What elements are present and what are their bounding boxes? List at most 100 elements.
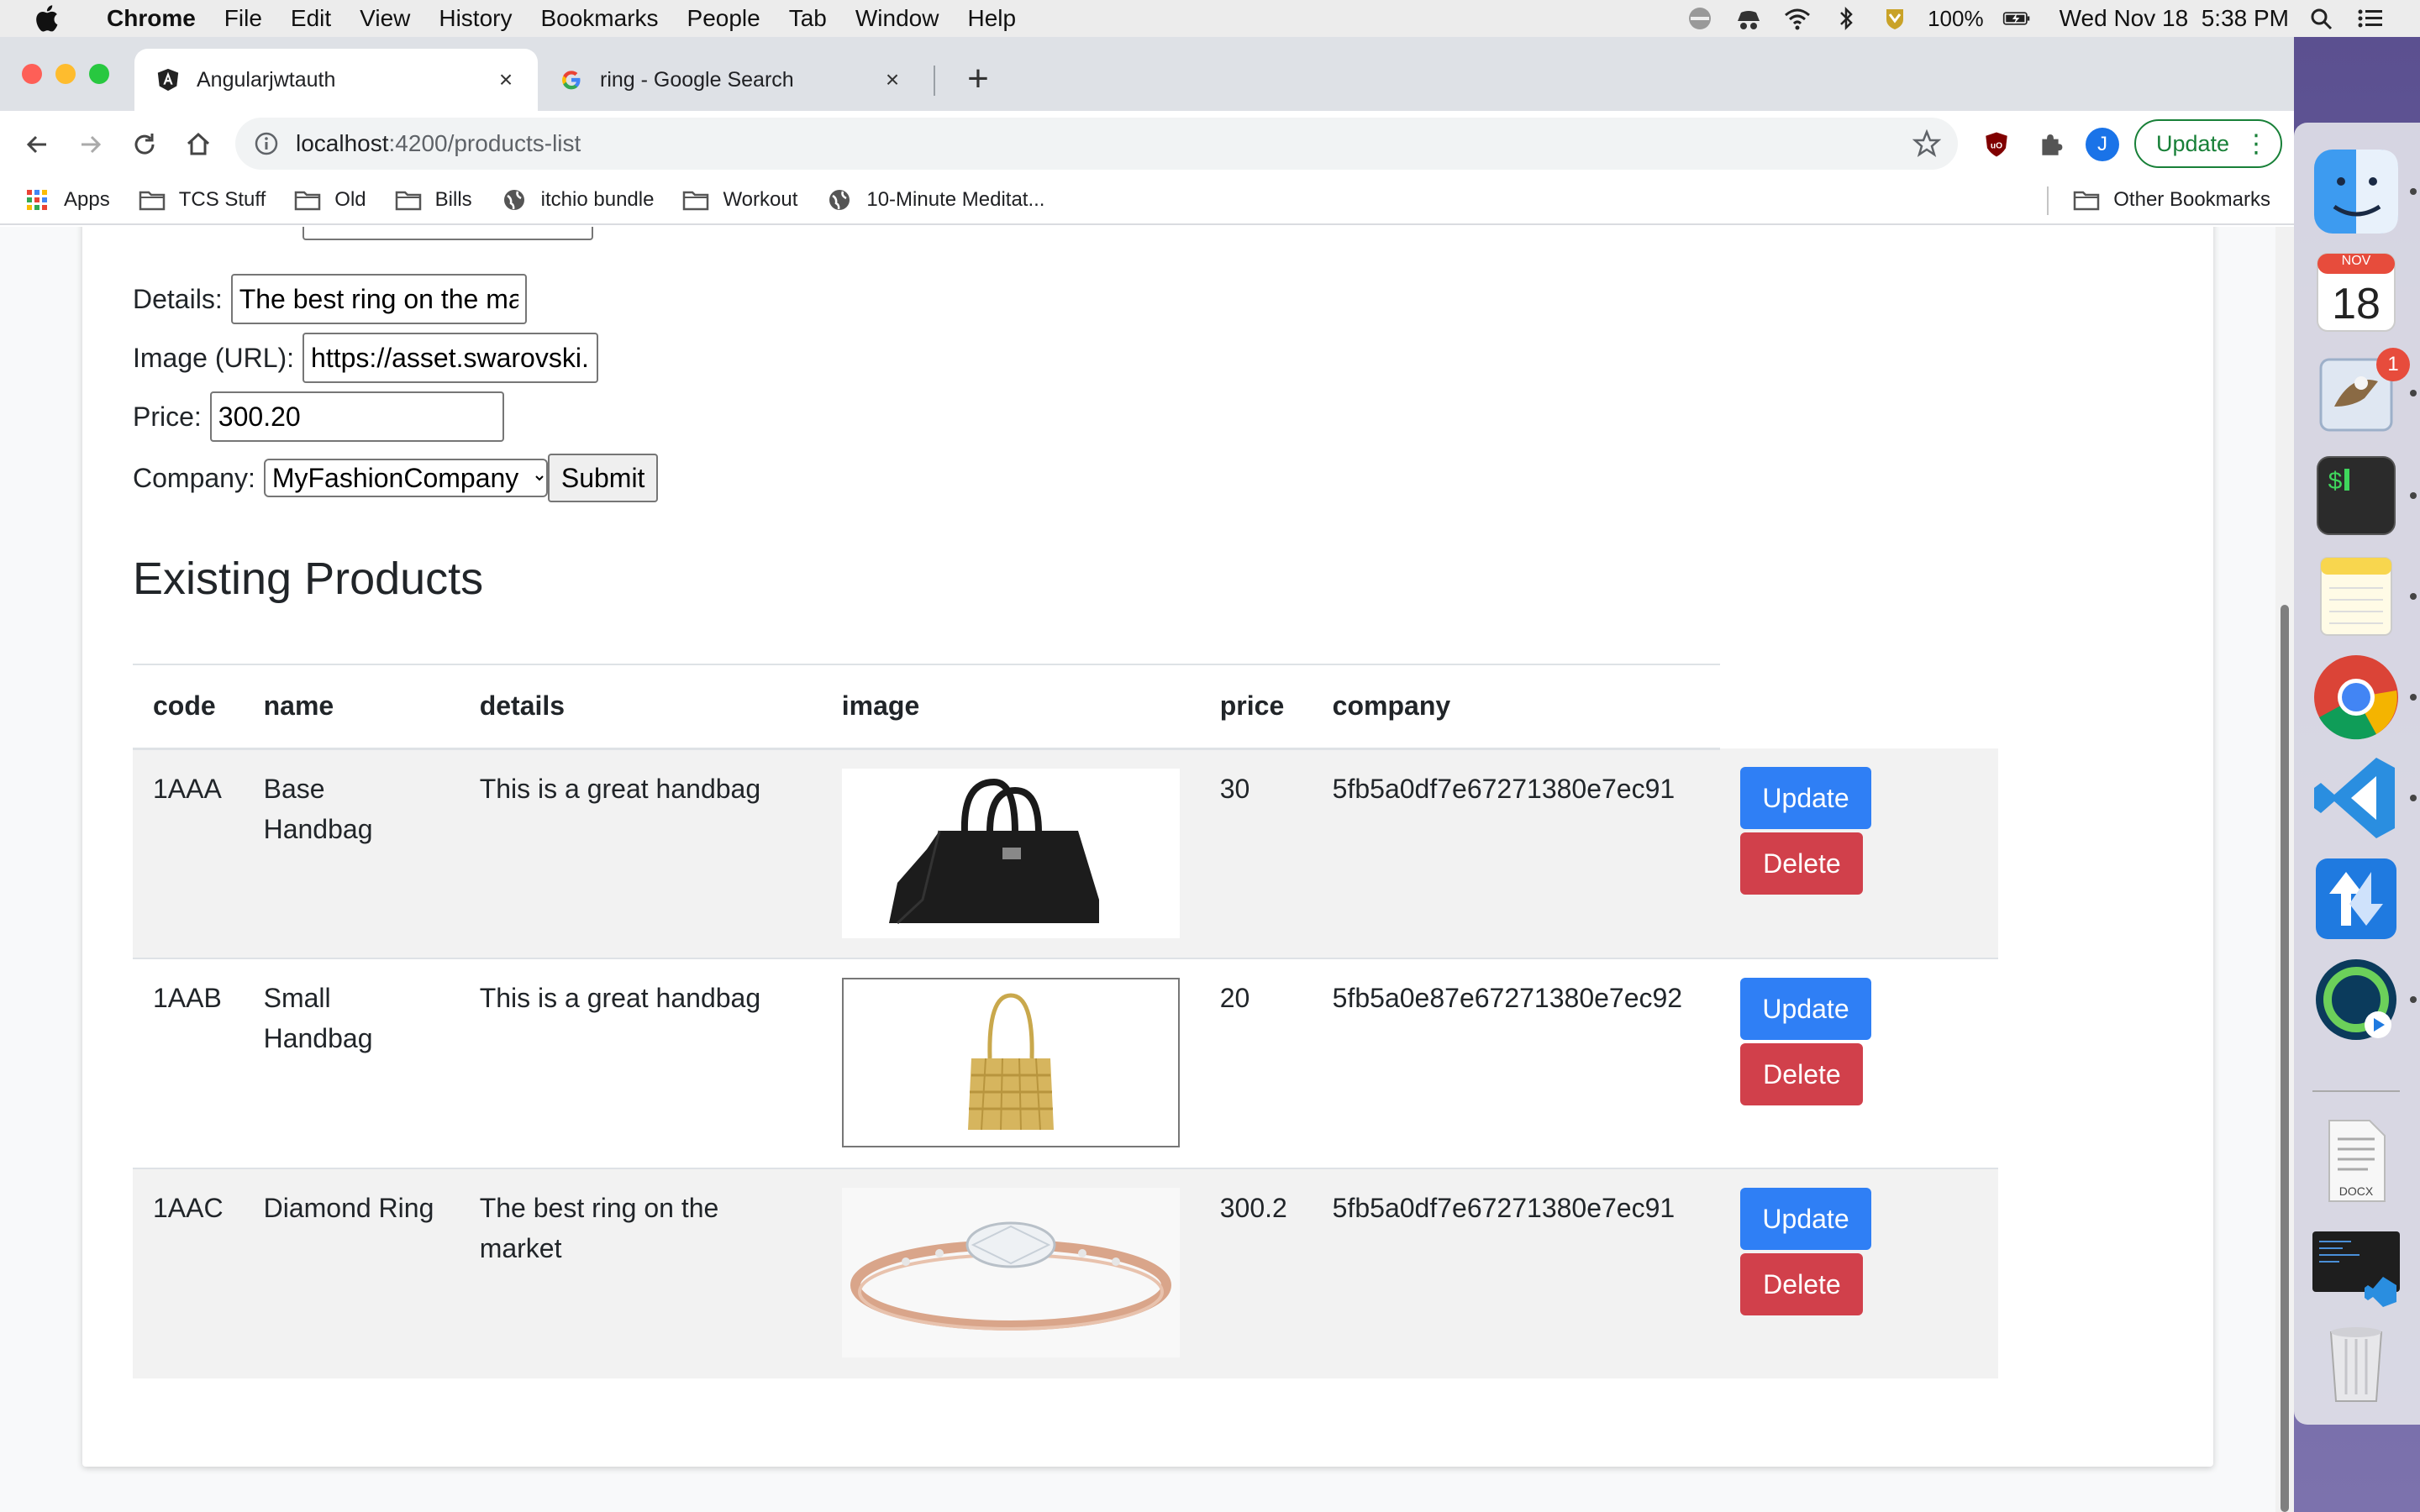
menu-clock[interactable]: Wed Nov 18 5:38 PM <box>2060 5 2289 32</box>
submit-button[interactable]: Submit <box>547 454 659 502</box>
cell-image <box>822 748 1200 958</box>
cell-actions: Update Delete <box>1720 748 1998 958</box>
forward-icon[interactable] <box>72 126 109 163</box>
cell-code: 1AAA <box>153 773 222 804</box>
docx-file-icon[interactable]: DOCX <box>2309 1114 2403 1208</box>
update-button[interactable]: Update <box>1740 1188 1871 1250</box>
chrome-dock-icon[interactable] <box>2309 650 2403 744</box>
bookmark-folder-old[interactable]: Old <box>294 188 366 212</box>
battery-icon[interactable] <box>2001 6 2033 31</box>
new-tab-button[interactable]: + <box>956 57 1000 101</box>
cell-details: The best ring on the market <box>459 1168 822 1378</box>
menu-app-name[interactable]: Chrome <box>92 5 210 32</box>
webex-icon[interactable] <box>2309 953 2403 1047</box>
bookmark-folder-tcs-stuff[interactable]: TCS Stuff <box>139 188 266 212</box>
delete-button[interactable]: Delete <box>1740 832 1864 895</box>
dock-separator <box>2312 1090 2400 1092</box>
update-button[interactable]: Update <box>1740 978 1871 1040</box>
product-image-diamond-ring <box>841 1188 1180 1357</box>
incognito-icon[interactable] <box>1733 6 1765 31</box>
menu-tab[interactable]: Tab <box>775 5 841 32</box>
menu-window[interactable]: Window <box>841 5 954 32</box>
menu-bookmarks[interactable]: Bookmarks <box>526 5 672 32</box>
chrome-window: Angularjwtauth × ring - Google Search × … <box>0 37 2294 1512</box>
bookmark-star-icon[interactable] <box>1912 129 1941 158</box>
cell-details: This is a great handbag <box>479 773 761 804</box>
calendar-icon[interactable]: NOV 18 <box>2309 245 2403 339</box>
maximize-window-button[interactable] <box>89 64 109 84</box>
menu-people[interactable]: People <box>673 5 775 32</box>
url-path: :4200/products-list <box>388 130 581 156</box>
details-input[interactable] <box>230 274 527 324</box>
menu-view[interactable]: View <box>345 5 424 32</box>
vscode-window-thumbnail-icon[interactable] <box>2309 1215 2403 1309</box>
tab-google-search[interactable]: ring - Google Search × <box>538 49 924 111</box>
do-not-disturb-icon[interactable] <box>1684 6 1716 31</box>
bookmark-other-bookmarks[interactable]: Other Bookmarks <box>2073 188 2270 212</box>
google-icon <box>558 66 585 93</box>
column-header-price: price <box>1199 664 1313 750</box>
bookmark-meditation[interactable]: 10-Minute Meditat... <box>826 188 1044 212</box>
cell-name: Diamond Ring <box>243 1168 460 1378</box>
reload-icon[interactable] <box>126 126 163 163</box>
delete-button[interactable]: Delete <box>1740 1253 1864 1315</box>
cell-image <box>821 958 1200 1168</box>
transmit-icon[interactable] <box>2309 852 2403 946</box>
spotlight-search-icon[interactable] <box>2306 6 2338 31</box>
column-header-name: name <box>243 664 460 750</box>
extensions-puzzle-icon[interactable] <box>2033 128 2067 161</box>
delete-button[interactable]: Delete <box>1740 1043 1864 1105</box>
url-host: localhost <box>296 130 389 156</box>
back-icon[interactable] <box>18 126 55 163</box>
menu-file[interactable]: File <box>210 5 276 32</box>
bookmark-apps[interactable]: Apps <box>24 188 110 212</box>
vpn-shield-icon[interactable] <box>1879 6 1911 31</box>
bookmark-folder-bills[interactable]: Bills <box>395 188 472 212</box>
finder-icon[interactable] <box>2309 144 2403 239</box>
bookmark-label: Other Bookmarks <box>2113 188 2270 211</box>
notification-center-icon[interactable] <box>2354 6 2386 31</box>
tab-title: ring - Google Search <box>600 67 794 92</box>
notes-icon[interactable] <box>2309 549 2403 643</box>
scrollbar-thumb[interactable] <box>2281 605 2289 1512</box>
site-info-icon[interactable] <box>254 131 279 156</box>
product-image-woven-handbag <box>841 978 1180 1147</box>
price-input[interactable] <box>209 391 504 442</box>
cell-name: Base Handbag <box>263 773 373 844</box>
minimize-window-button[interactable] <box>55 64 76 84</box>
close-tab-icon[interactable]: × <box>881 68 904 92</box>
home-icon[interactable] <box>180 126 217 163</box>
close-tab-icon[interactable]: × <box>494 68 518 92</box>
page-scrollbar[interactable] <box>2275 227 2294 1512</box>
vscode-icon[interactable] <box>2309 751 2403 845</box>
tab-angularjwtauth[interactable]: Angularjwtauth × <box>134 49 538 111</box>
menu-help[interactable]: Help <box>953 5 1030 32</box>
cell-price: 300.2 <box>1199 1168 1313 1378</box>
chrome-update-button[interactable]: Update ⋮ <box>2134 119 2282 168</box>
products-table: code name details image price company 1A… <box>133 664 1998 1378</box>
profile-avatar[interactable]: J <box>2086 128 2119 161</box>
apple-menu-icon[interactable] <box>0 0 92 37</box>
company-select[interactable]: MyFashionCompany <box>263 459 548 497</box>
running-indicator <box>2410 492 2417 499</box>
bookmark-folder-workout[interactable]: Workout <box>682 188 797 212</box>
image-url-input[interactable] <box>302 333 599 383</box>
terminal-icon[interactable]: $ <box>2309 449 2403 543</box>
file-type-label: DOCX <box>2338 1184 2374 1198</box>
mail-hawk-icon[interactable]: 1 <box>2309 348 2410 442</box>
close-window-button[interactable] <box>22 64 42 84</box>
running-indicator <box>2410 996 2417 1003</box>
chrome-menu-icon[interactable]: ⋮ <box>2244 129 2269 160</box>
address-bar[interactable]: localhost:4200/products-list <box>235 118 1958 170</box>
ublock-icon[interactable]: uO <box>1980 128 2013 161</box>
trash-icon[interactable] <box>2309 1314 2403 1408</box>
menu-history[interactable]: History <box>424 5 526 32</box>
name-input-partial[interactable] <box>302 227 593 240</box>
bookmark-itchio-bundle[interactable]: itchio bundle <box>501 188 655 212</box>
running-indicator <box>2410 694 2417 701</box>
menu-edit[interactable]: Edit <box>276 5 345 32</box>
bluetooth-icon[interactable] <box>1830 6 1862 31</box>
bookmark-label: itchio bundle <box>540 188 655 211</box>
wifi-icon[interactable] <box>1781 6 1813 31</box>
update-button[interactable]: Update <box>1740 767 1871 829</box>
